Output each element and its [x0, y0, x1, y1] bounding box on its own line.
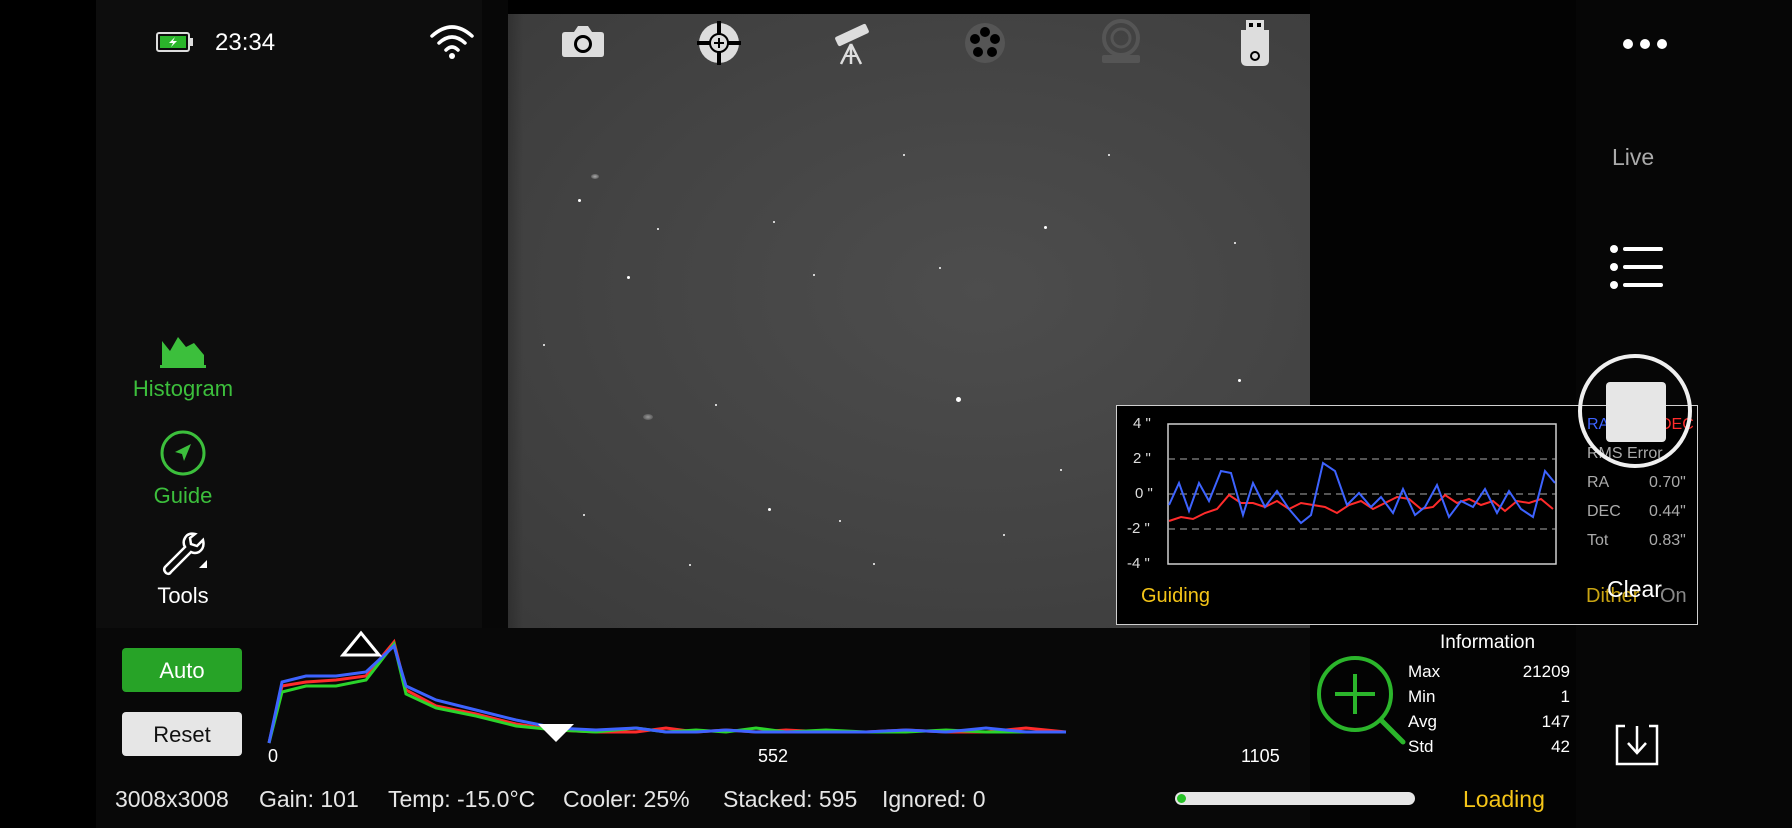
clear-graph-button[interactable]: Clear [1607, 576, 1662, 603]
rms-ra-label: RA [1587, 474, 1610, 491]
info-max-value: 21209 [1522, 662, 1570, 681]
loading-status: Loading [1463, 786, 1545, 812]
usb-drive-icon[interactable] [1238, 20, 1272, 68]
auto-stretch-button[interactable]: Auto [122, 648, 242, 692]
histogram-button[interactable]: Histogram [103, 333, 263, 402]
rms-tot-value: 0.83" [1649, 532, 1686, 549]
wrench-icon [162, 532, 207, 576]
telescope-icon[interactable] [829, 20, 875, 66]
tools-label: Tools [157, 583, 209, 608]
info-std-label: Std [1408, 737, 1434, 756]
guide-label: Guide [153, 483, 213, 508]
loading-progress-bar [1175, 792, 1415, 805]
rotator-icon[interactable] [1098, 19, 1144, 65]
list-menu-icon[interactable] [1609, 244, 1663, 290]
temperature-value: Temp: -15.0°C [388, 786, 536, 812]
image-resolution: 3008x3008 [115, 786, 229, 812]
rms-dec-label: DEC [1587, 503, 1621, 520]
filter-wheel-icon[interactable] [963, 21, 1007, 65]
info-std-value: 42 [1551, 737, 1570, 756]
histogram-tick-min: 0 [268, 746, 279, 766]
download-icon[interactable] [1613, 722, 1661, 768]
guide-y-label-neg2: -2 " [1127, 520, 1150, 537]
wifi-icon[interactable] [428, 22, 476, 60]
histogram-plot [267, 638, 1067, 744]
guide-graph-plot [1167, 423, 1557, 565]
info-avg-value: 147 [1541, 712, 1570, 731]
guide-y-label-2: 2 " [1133, 450, 1151, 467]
guiding-status: Guiding [1141, 585, 1210, 607]
tools-button[interactable]: Tools [103, 530, 263, 609]
information-title: Information [1440, 632, 1536, 653]
guide-navigation-icon [160, 430, 206, 476]
info-min-label: Min [1408, 687, 1436, 706]
histogram-tick-max: 1105 [1241, 746, 1280, 766]
guide-y-label-neg4: -4 " [1127, 555, 1150, 572]
guide-y-label-4: 4 " [1133, 415, 1151, 432]
guide-y-label-0: 0 " [1135, 485, 1153, 502]
info-min-value: 1 [1560, 687, 1570, 706]
black-point-slider-handle[interactable] [340, 630, 382, 658]
rms-ra-value: 0.70" [1649, 474, 1686, 491]
clock-time: 23:34 [215, 29, 276, 56]
stacked-count: Stacked: 595 [723, 786, 858, 812]
live-mode-button[interactable]: Live [1612, 144, 1654, 171]
loading-progress-fill [1177, 794, 1186, 803]
dither-state[interactable]: On [1660, 585, 1687, 608]
info-avg-label: Avg [1408, 712, 1437, 731]
stop-icon [1606, 382, 1666, 442]
guide-button[interactable]: Guide [103, 430, 263, 509]
reset-stretch-button[interactable]: Reset [122, 712, 242, 756]
histogram-tick-mid: 552 [758, 746, 789, 766]
cooler-value: Cooler: 25% [563, 786, 690, 812]
histogram-icon [160, 337, 206, 368]
focuser-icon[interactable] [697, 21, 741, 65]
more-options-icon[interactable] [1622, 38, 1668, 50]
gain-value: Gain: 101 [259, 786, 359, 812]
battery-charging-icon [156, 32, 193, 52]
info-max-label: Max [1408, 662, 1441, 681]
white-point-slider-handle[interactable] [536, 722, 576, 744]
ignored-count: Ignored: 0 [882, 786, 986, 812]
camera-icon[interactable] [561, 24, 605, 58]
rms-tot-label: Tot [1587, 532, 1609, 549]
rms-dec-value: 0.44" [1649, 503, 1686, 520]
histogram-label: Histogram [132, 376, 234, 401]
zoom-in-icon[interactable] [1313, 654, 1413, 746]
